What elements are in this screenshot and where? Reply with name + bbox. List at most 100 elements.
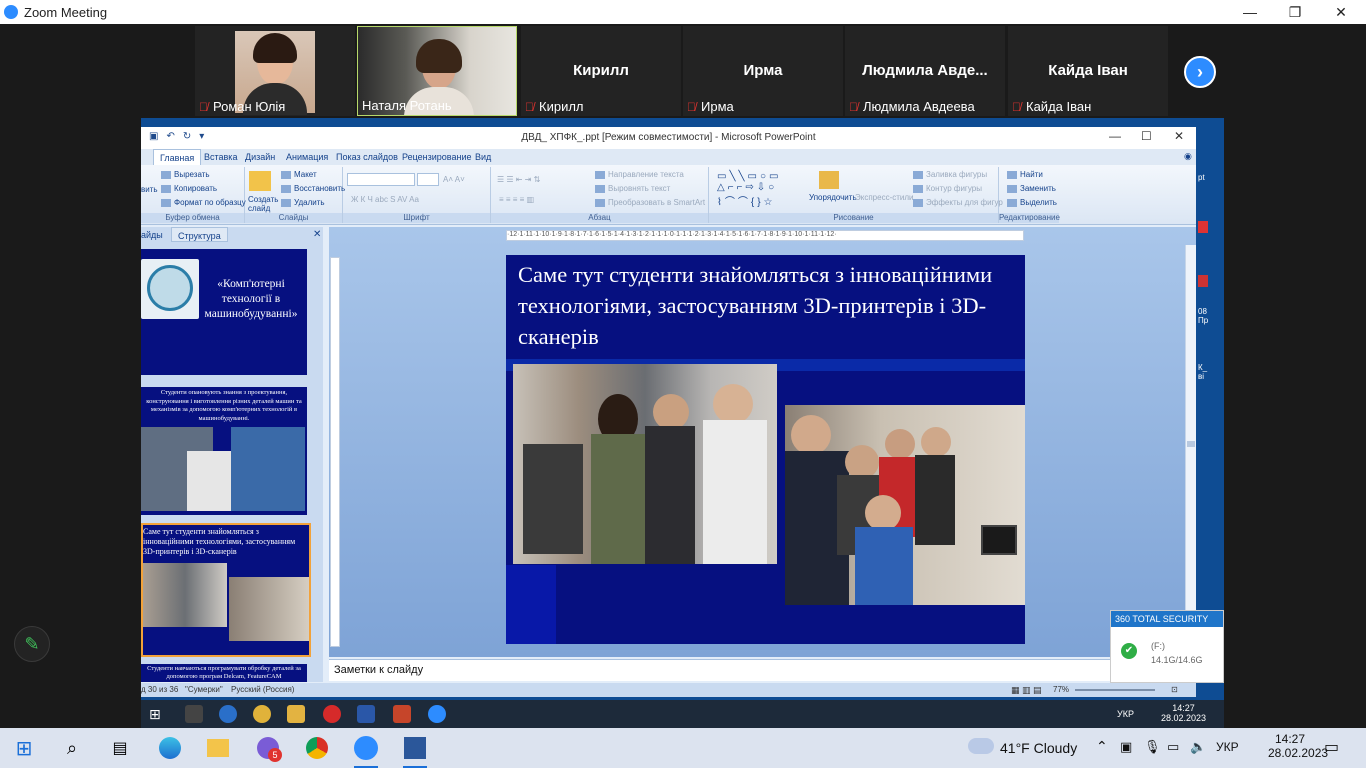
chevron-right-icon[interactable]: › [1184, 56, 1216, 88]
explorer-icon[interactable] [287, 705, 305, 723]
minimize-button[interactable]: — [1227, 0, 1273, 24]
reset-button[interactable]: Восстановить [281, 184, 345, 193]
scrollbar-thumb[interactable] [1187, 441, 1195, 447]
chrome-icon[interactable] [253, 705, 271, 723]
clock[interactable]: 14:27 28.02.2023 [1268, 732, 1328, 760]
select-button[interactable]: Выделить [1007, 198, 1057, 207]
help-icon[interactable]: ◉ [1184, 151, 1192, 162]
ppt-close-button[interactable]: ✕ [1174, 129, 1184, 143]
windows-start-icon[interactable]: ⊞ [12, 736, 36, 760]
find-button[interactable]: Найти [1007, 170, 1043, 179]
replace-button[interactable]: Заменить [1007, 184, 1056, 193]
participant-tile[interactable]: Кирилл 🎙̸ Кирилл [521, 26, 681, 116]
close-pane-icon[interactable]: ✕ [313, 229, 321, 240]
slide-thumbnail[interactable]: Студенти навчаються програмувати обробку… [141, 664, 307, 682]
powerpoint-icon[interactable] [393, 705, 411, 723]
desktop-icon[interactable]: К_ ві [1198, 363, 1207, 381]
tab-review[interactable]: Рецензирование [402, 152, 472, 162]
font-style-icons[interactable]: Ж К Ч abc S AV Aa [351, 195, 419, 204]
participant-tile[interactable]: Ирма 🎙̸ Ирма [683, 26, 843, 116]
security-popup[interactable]: 360 TOTAL SECURITY ✔ (F:) 14.1G/14.6G [1110, 610, 1224, 683]
desktop-icon[interactable] [1198, 221, 1208, 233]
edge-icon[interactable] [159, 737, 181, 759]
smartart-button[interactable]: Преобразовать в SmartArt [595, 198, 705, 207]
pen-annotate-icon[interactable]: ✎ [14, 626, 50, 662]
arrange-button[interactable]: Упорядочить [809, 193, 857, 202]
edge-icon[interactable] [219, 705, 237, 723]
slide-thumbnail-selected[interactable]: Саме тут студенти знайомляться з інновац… [141, 523, 311, 657]
new-slide-button[interactable]: Создать [248, 195, 278, 204]
format-painter-button[interactable]: Формат по образцу [161, 198, 246, 207]
volume-icon[interactable]: 🔈 [1190, 739, 1206, 755]
opera-icon[interactable] [323, 705, 341, 723]
participant-tile[interactable]: Кайда Іван 🎙̸ Кайда Іван [1008, 26, 1168, 116]
participant-tile-active[interactable]: Наталя Ротань [357, 26, 517, 116]
word-icon[interactable] [357, 705, 375, 723]
zoom-slider[interactable] [1075, 689, 1155, 691]
thumbnail-title: «Комп'ютерні технології в машинобудуванн… [204, 278, 298, 320]
zoom-icon[interactable] [428, 705, 446, 723]
search-icon[interactable]: ⌕ [60, 736, 84, 760]
slide-photo-students-3d-printer[interactable] [513, 364, 777, 564]
weather-status[interactable]: 41°F Cloudy [1000, 740, 1077, 756]
restore-button[interactable]: ❐ [1272, 0, 1318, 24]
desktop-icon[interactable]: 08 Пр [1198, 307, 1208, 325]
slide-photo-students-3d-scanner[interactable] [785, 405, 1025, 605]
tab-home[interactable]: Главная [153, 149, 202, 165]
tab-outline[interactable]: Структура [171, 227, 228, 242]
desktop-icon[interactable] [1198, 275, 1208, 287]
paste-button[interactable]: вить [141, 185, 158, 194]
font-grow-icon[interactable]: A˄ A˅ [443, 175, 465, 184]
font-size-field[interactable] [417, 173, 439, 186]
chrome-icon[interactable] [306, 737, 328, 759]
align-icons[interactable]: ≡ ≡ ≡ ≡ ▥ [499, 195, 534, 204]
notes-pane[interactable]: Заметки к слайду [329, 659, 1196, 681]
copy-icon [161, 184, 171, 193]
slide-thumbnail[interactable]: Студенти опановують знання з проектуванн… [141, 387, 307, 515]
layout-button[interactable]: Макет [281, 170, 317, 179]
participant-tile[interactable]: 🎙̸ Роман Юлія [195, 26, 355, 116]
language-indicator[interactable]: УКР [1117, 709, 1134, 719]
shape-fill-button[interactable]: Заливка фигуры [913, 170, 987, 179]
text-direction-button[interactable]: Направление текста [595, 170, 684, 179]
tab-insert[interactable]: Вставка [204, 152, 237, 162]
delete-slide-button[interactable]: Удалить [281, 198, 325, 207]
shape-effects-button[interactable]: Эффекты для фигур [913, 198, 1003, 207]
file-explorer-icon[interactable] [207, 739, 229, 757]
tab-slideshow[interactable]: Показ слайдов [336, 152, 398, 162]
view-buttons[interactable]: ▦ ▥ ▤ [1011, 685, 1042, 696]
ppt-minimize-button[interactable]: — [1109, 129, 1121, 143]
windows-start-icon[interactable]: ⊞ [149, 706, 161, 723]
chevron-up-icon[interactable]: ⌃ [1096, 738, 1108, 755]
notification-icon[interactable]: ▭ [1324, 737, 1339, 757]
shapes-gallery[interactable]: ▭╲╲▭○▭ △⌐⌐⇨⇩○ ⌇⌒⌒{}☆ [717, 171, 781, 208]
word-icon[interactable] [404, 737, 426, 759]
network-icon[interactable]: ▭ [1167, 739, 1179, 755]
slide[interactable]: Саме тут студенти знайомляться з інновац… [506, 255, 1025, 644]
desktop-icon[interactable]: pt [1198, 173, 1205, 182]
fit-slide-icon[interactable]: ⊡ [1171, 685, 1178, 694]
vertical-scrollbar[interactable] [1185, 245, 1196, 657]
language-indicator[interactable]: УКР [1216, 740, 1239, 754]
ppt-restore-button[interactable]: ☐ [1141, 129, 1152, 143]
slide-thumbnail[interactable]: «Комп'ютерні технології в машинобудуванн… [141, 249, 307, 375]
list-icons[interactable]: ☰ ☰ ⇤ ⇥ ⇅ [497, 175, 540, 184]
align-text-button[interactable]: Выровнять текст [595, 184, 670, 193]
tab-design[interactable]: Дизайн [245, 152, 275, 162]
clock[interactable]: 14:27 28.02.2023 [1161, 703, 1206, 723]
tab-animation[interactable]: Анимация [286, 152, 328, 162]
shape-outline-button[interactable]: Контур фигуры [913, 184, 982, 193]
task-view-icon[interactable] [185, 705, 203, 723]
close-button[interactable]: ✕ [1318, 0, 1364, 24]
cut-button[interactable]: Вырезать [161, 170, 210, 179]
quick-styles-button[interactable]: Экспресс-стили [855, 193, 914, 202]
microphone-icon[interactable]: 🎙 [1144, 739, 1161, 755]
participant-tile[interactable]: Людмила Авде... 🎙̸ Людмила Авдеева [845, 26, 1005, 116]
copy-button[interactable]: Копировать [161, 184, 217, 193]
zoom-icon[interactable] [354, 736, 378, 760]
tab-view[interactable]: Вид [475, 152, 491, 162]
font-name-field[interactable] [347, 173, 415, 186]
task-view-icon[interactable]: ▤ [108, 736, 132, 760]
camera-icon[interactable]: ▣ [1120, 739, 1132, 755]
tab-slides[interactable]: айды [141, 230, 163, 240]
